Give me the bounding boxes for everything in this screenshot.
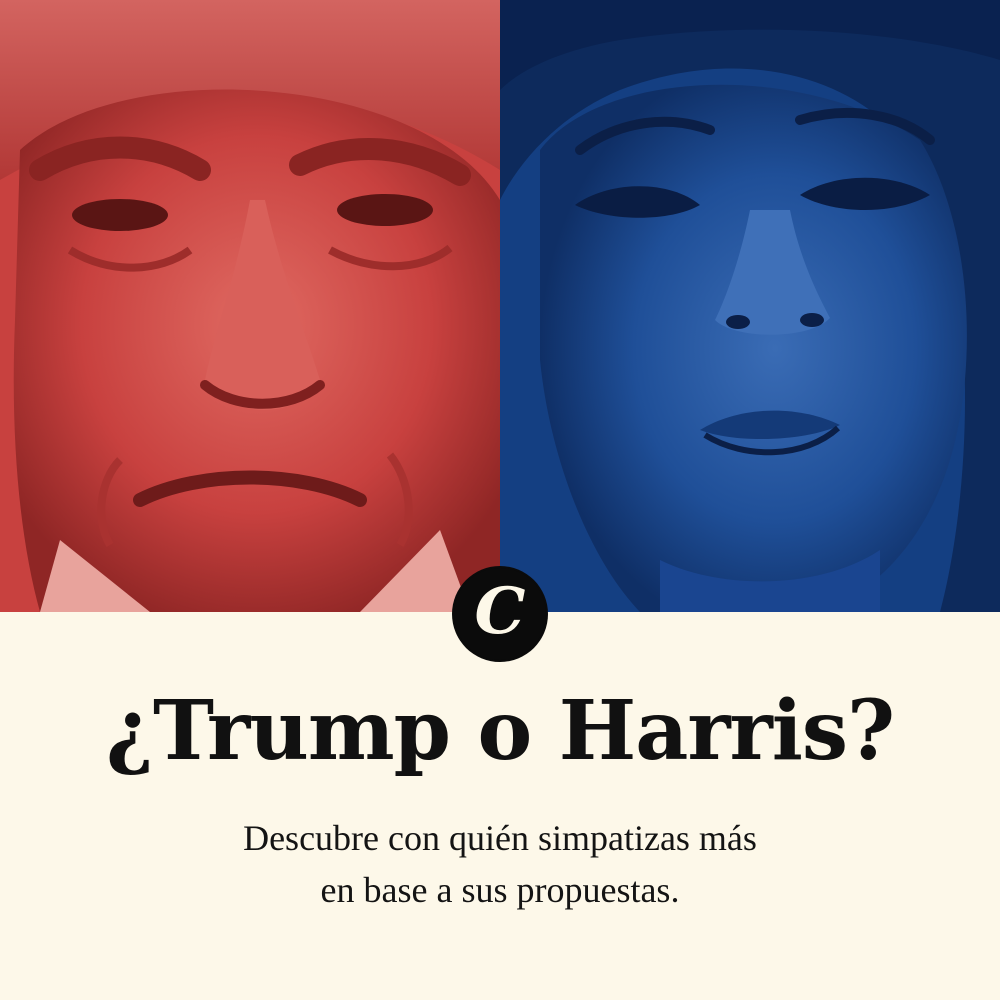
comercio-c-logo-icon: C — [454, 568, 546, 660]
harris-portrait — [500, 0, 1000, 612]
subtitle-line-2: en base a sus propuestas. — [320, 870, 680, 910]
subtitle: Descubre con quién simpatizas más en bas… — [150, 812, 850, 916]
hero-image — [0, 0, 1000, 612]
logo-letter: C — [474, 574, 526, 649]
trump-portrait — [0, 0, 500, 612]
subtitle-line-1: Descubre con quién simpatizas más — [243, 818, 757, 858]
page-title: ¿Trump o Harris? — [105, 683, 895, 779]
